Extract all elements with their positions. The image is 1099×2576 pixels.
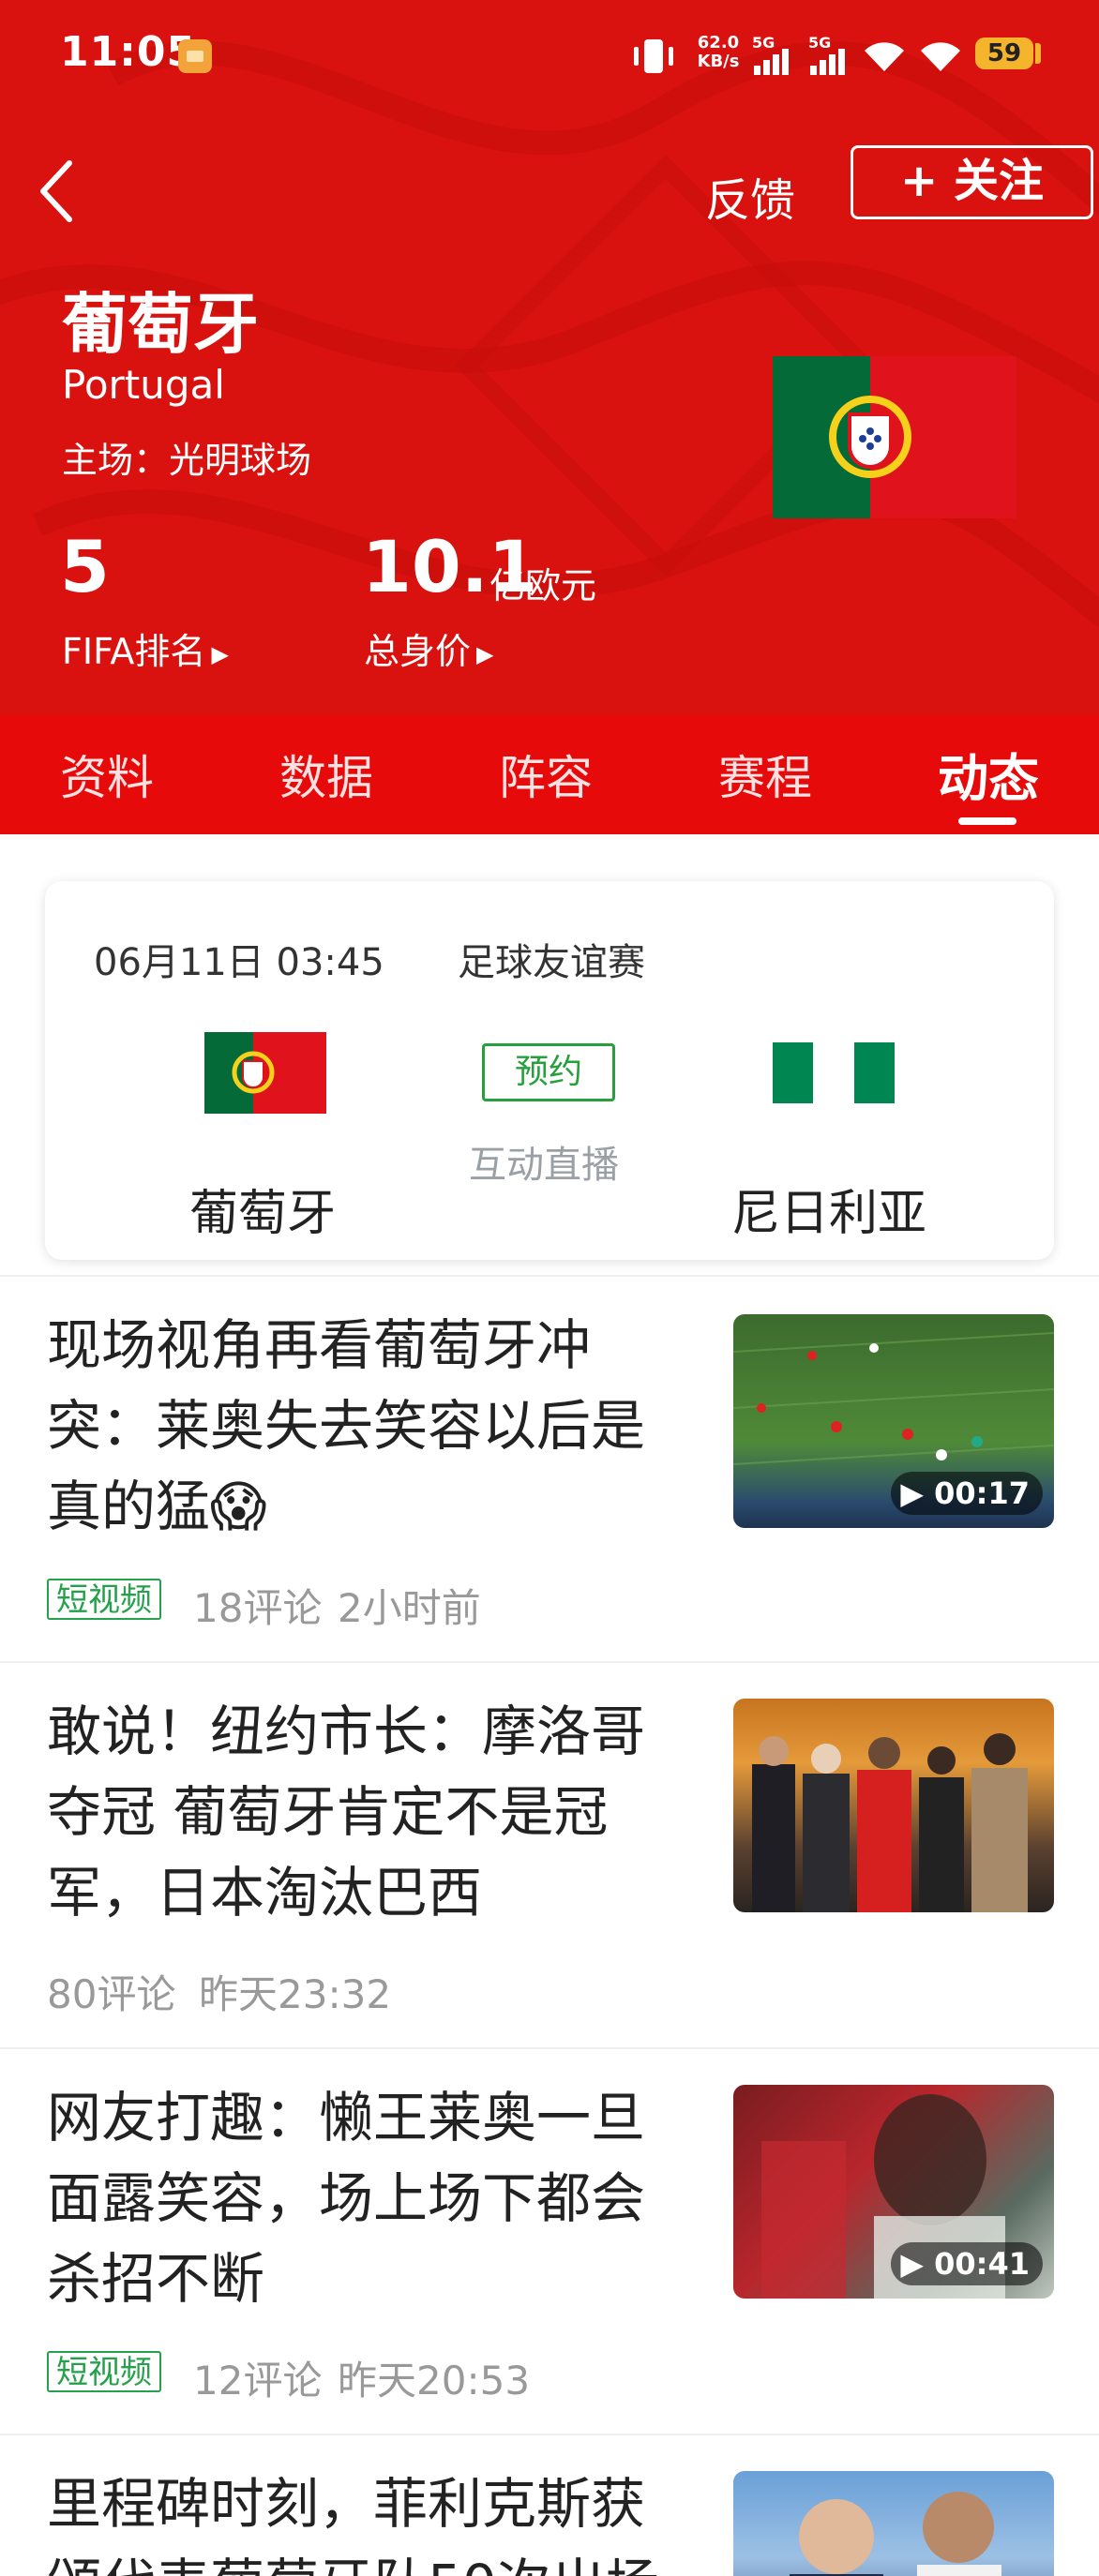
team-name: 葡萄牙 (62, 286, 259, 363)
news-title: 里程碑时刻，菲利克斯获颁代表葡萄牙队50次出场 (47, 2472, 660, 2576)
signal-icon-2 (810, 49, 845, 75)
soccer-field-thumbnail[interactable]: ▶ 00:17 (733, 1314, 1054, 1528)
player-closeup-thumbnail[interactable]: ▶ 00:41 (733, 2085, 1054, 2299)
market-value-unit: 亿欧元 (489, 565, 597, 607)
status-time: 11:05 (60, 28, 197, 76)
feedback-button[interactable]: 反馈 (705, 163, 795, 229)
portugal-flag-small-icon (204, 1032, 326, 1114)
news-time: 2小时前 (338, 1585, 481, 1631)
wifi-icon-2 (921, 42, 960, 71)
play-icon: ▶ (900, 2246, 935, 2282)
battery-icon: 59 (975, 37, 1033, 69)
interactive-live-label: 互动直播 (469, 1144, 619, 1187)
news-comments: 80评论 (47, 1971, 176, 2017)
news-comments: 18评论 (193, 1585, 323, 1631)
away-team-name: 尼日利亚 (731, 1186, 927, 1242)
follow-button[interactable]: + 关注 (851, 145, 1093, 219)
video-duration: ▶ 00:17 (891, 1472, 1043, 1515)
two-men-thumbnail[interactable] (733, 2471, 1054, 2576)
home-stadium: 主场：光明球场 (62, 440, 312, 481)
news-time: 昨天23:32 (199, 1971, 392, 2017)
tab-lineup[interactable]: 阵容 (499, 741, 593, 808)
tab-news[interactable]: 动态 (938, 737, 1039, 811)
notification-icon (178, 39, 212, 73)
news-title: 现场视角再看葡萄牙冲突：莱奥失去笑容以后是真的猛😱 (47, 1313, 646, 1538)
battery-tail (1035, 43, 1041, 64)
tab-info[interactable]: 资料 (60, 741, 154, 808)
match-datetime: 06月11日 03:45 (94, 941, 384, 984)
news-item[interactable]: 里程碑时刻，菲利克斯获颁代表葡萄牙队50次出场 (0, 2435, 1099, 2576)
two-men-illustration (790, 2492, 1001, 2576)
caret-right-icon: ▶ (211, 640, 229, 667)
market-value-link[interactable]: 总身价 ▶ (364, 622, 493, 674)
play-icon: ▶ (900, 1475, 935, 1511)
duration-text: 00:17 (934, 1475, 1030, 1511)
fifa-rank-label: FIFA排名 (62, 631, 206, 672)
active-tab-indicator (958, 817, 1016, 825)
vibrate-icon (634, 39, 673, 73)
tab-data[interactable]: 数据 (279, 741, 373, 808)
video-duration: ▶ 00:41 (891, 2242, 1043, 2285)
caret-right-icon: ▶ (476, 640, 494, 667)
short-video-tag: 短视频 (47, 1579, 161, 1620)
short-video-tag: 短视频 (47, 2351, 161, 2392)
team-name-english: Portugal (62, 362, 225, 408)
market-value-label: 总身价 (364, 631, 472, 672)
signal-icon (754, 49, 789, 75)
tab-schedule[interactable]: 赛程 (718, 741, 812, 808)
news-time: 昨天20:53 (338, 2358, 531, 2404)
people-illustration (752, 1733, 1028, 1912)
match-competition: 足球友谊赛 (458, 941, 645, 984)
fifa-rank-value: 5 (60, 525, 110, 608)
fifa-rank-link[interactable]: FIFA排名 ▶ (62, 622, 229, 674)
status-bar: 11:05 62.0 KB/s 5G 5G 59 (0, 0, 1099, 112)
team-header: 11:05 62.0 KB/s 5G 5G 59 反馈 + 关注 葡萄牙 Por (0, 0, 1099, 714)
award-ceremony-thumbnail[interactable] (733, 1699, 1054, 1912)
news-title: 敢说！纽约市长：摩洛哥夺冠 葡萄牙肯定不是冠军，日本淘汰巴西 (47, 1700, 646, 1925)
duration-text: 00:41 (934, 2246, 1030, 2282)
network-speed: 62.0 KB/s (690, 34, 746, 71)
home-team-name: 葡萄牙 (189, 1186, 337, 1242)
nigeria-flag-icon (773, 1042, 895, 1103)
reserve-button[interactable]: 预约 (482, 1043, 615, 1101)
net-speed-unit: KB/s (697, 52, 740, 71)
portugal-flag-icon (773, 356, 1016, 518)
news-title: 网友打趣：懒王莱奥一旦面露笑容，场上场下都会杀招不断 (47, 2086, 646, 2311)
news-comments: 12评论 (193, 2358, 323, 2404)
wifi-icon (865, 42, 904, 71)
back-arrow-icon[interactable] (38, 157, 79, 225)
net-speed-value: 62.0 (697, 33, 740, 52)
